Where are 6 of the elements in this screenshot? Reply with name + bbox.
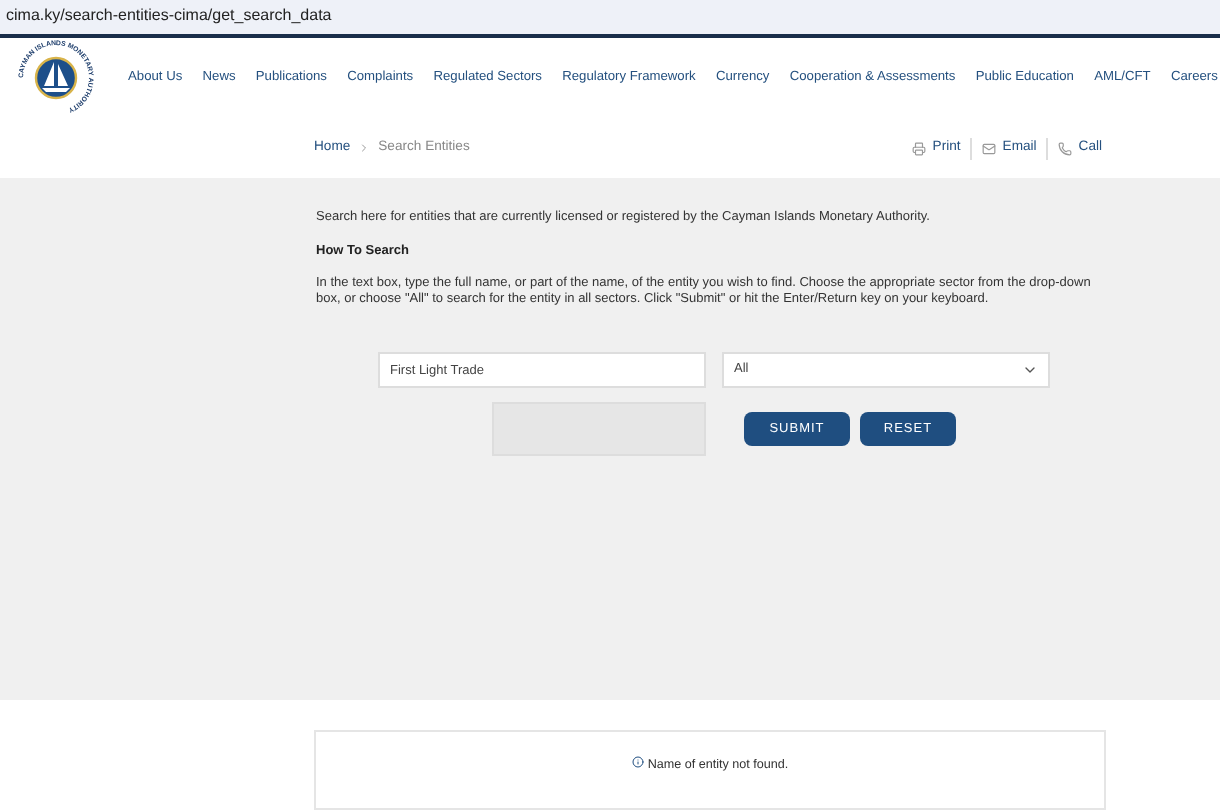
chevron-icon xyxy=(358,142,371,155)
phone-icon xyxy=(1058,141,1073,156)
info-icon xyxy=(631,756,644,768)
envelope-icon xyxy=(982,141,997,156)
printer-icon xyxy=(912,141,927,156)
url-text[interactable]: cima.ky/search-entities-cima/get_search_data xyxy=(6,4,332,29)
